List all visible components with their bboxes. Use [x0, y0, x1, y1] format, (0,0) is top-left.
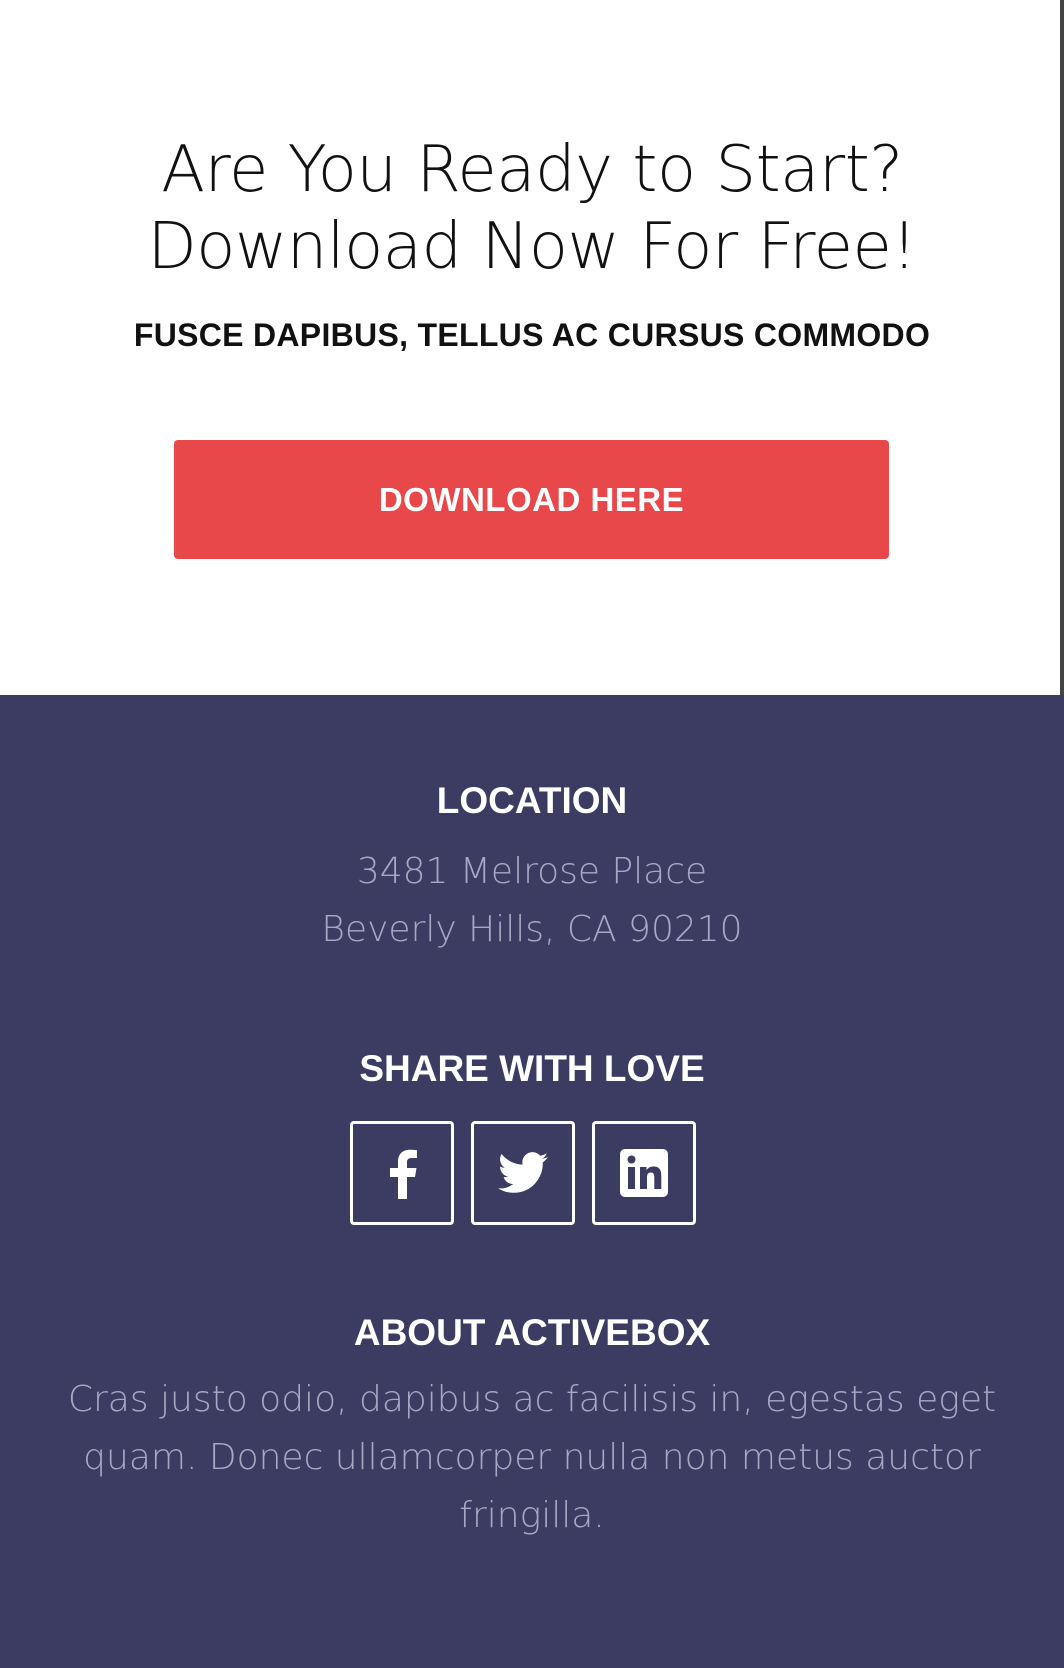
about-text-line-2: quam. Donec ullamcorper nulla non metus … — [83, 1437, 981, 1478]
share-heading: SHARE WITH LOVE — [359, 1048, 705, 1089]
address-line-2: Beverly Hills, CA 90210 — [321, 909, 743, 950]
facebook-icon — [385, 1147, 419, 1199]
location-address: 3481 Melrose Place Beverly Hills, CA 902… — [0, 843, 1064, 959]
cta-section: Are You Ready to Start? Download Now For… — [0, 0, 1060, 695]
about-heading: ABOUT ACTIVEBOX — [353, 1312, 711, 1353]
linkedin-button[interactable] — [592, 1121, 696, 1225]
cta-title: Are You Ready to Start? Download Now For… — [0, 132, 1064, 286]
facebook-button[interactable] — [350, 1121, 454, 1225]
about-text-line-3: fringilla. — [459, 1495, 605, 1536]
cta-title-line-2: Download Now For Free! — [147, 210, 918, 284]
about-text: Cras justo odio, dapibus ac facilisis in… — [0, 1371, 1064, 1545]
scrollbar-edge — [1060, 0, 1064, 695]
download-button[interactable]: DOWNLOAD HERE — [174, 440, 889, 559]
twitter-icon — [498, 1152, 548, 1194]
footer: LOCATION 3481 Melrose Place Beverly Hill… — [0, 695, 1064, 1668]
cta-title-line-1: Are You Ready to Start? — [161, 133, 903, 207]
page: Are You Ready to Start? Download Now For… — [0, 0, 1064, 1668]
about-text-line-1: Cras justo odio, dapibus ac facilisis in… — [67, 1379, 997, 1420]
cta-subtitle: FUSCE DAPIBUS, TELLUS AC CURSUS COMMODO — [133, 317, 931, 353]
address-line-1: 3481 Melrose Place — [356, 851, 708, 892]
social-buttons — [350, 1121, 704, 1231]
linkedin-icon — [620, 1149, 668, 1197]
location-heading: LOCATION — [436, 780, 628, 821]
twitter-button[interactable] — [471, 1121, 575, 1225]
